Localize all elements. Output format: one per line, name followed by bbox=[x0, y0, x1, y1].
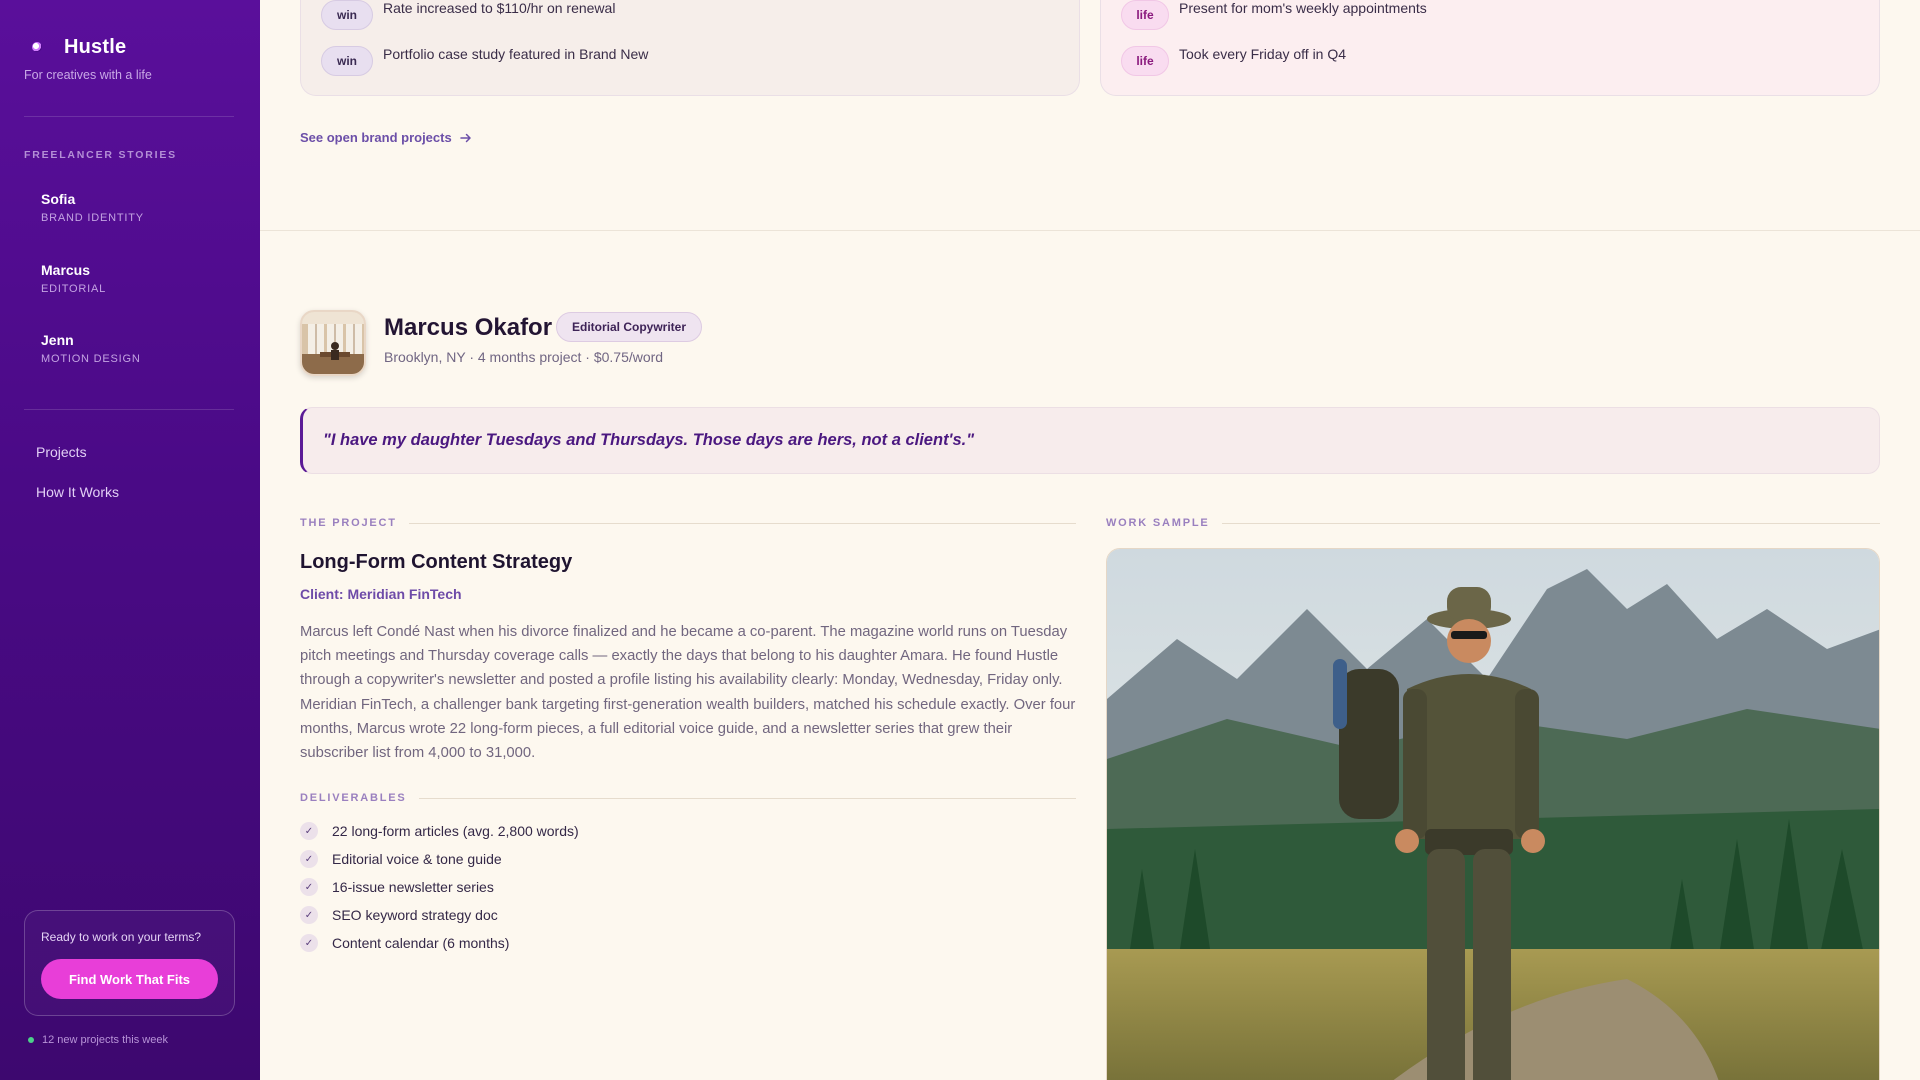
new-projects-status: 12 new projects this week bbox=[28, 1034, 168, 1046]
work-sample-image[interactable] bbox=[1106, 548, 1880, 1080]
sidebar-story-sofia[interactable]: Sofia BRAND IDENTITY bbox=[41, 191, 144, 224]
life-text: Took every Friday off in Q4 bbox=[1179, 46, 1347, 62]
life-pill: life bbox=[1121, 0, 1169, 30]
wins-card: win Rate increased to $110/hr on renewal… bbox=[300, 0, 1080, 96]
quote-text: "I have my daughter Tuesdays and Thursda… bbox=[323, 431, 975, 449]
find-work-button[interactable]: Find Work That Fits bbox=[41, 959, 218, 999]
cta-card: Ready to work on your terms? Find Work T… bbox=[24, 910, 235, 1016]
story-name: Jenn bbox=[41, 332, 74, 348]
project-label: THE PROJECT bbox=[300, 517, 397, 529]
sidebar-divider bbox=[24, 409, 234, 410]
project-description: Marcus left Condé Nast when his divorce … bbox=[300, 624, 1076, 762]
win-text: Portfolio case study featured in Brand N… bbox=[383, 46, 649, 62]
deliverable-text: SEO keyword strategy doc bbox=[332, 907, 498, 923]
brand-name: Hustle bbox=[64, 35, 127, 58]
sidebar-divider bbox=[24, 116, 234, 117]
story-name: Marcus bbox=[41, 262, 91, 278]
status-dot-icon bbox=[28, 1037, 34, 1043]
deliverables-label: DELIVERABLES bbox=[300, 792, 407, 804]
project-section-label: THE PROJECT bbox=[300, 517, 1076, 529]
brand-tagline: For creatives with a life bbox=[24, 68, 152, 82]
nav-link-projects[interactable]: Projects bbox=[36, 444, 87, 460]
win-pill: win bbox=[321, 0, 373, 30]
life-text: Present for mom's weekly appointments bbox=[1179, 0, 1427, 16]
deliverable-text: Editorial voice & tone guide bbox=[332, 851, 502, 867]
new-projects-text: 12 new projects this week bbox=[42, 1034, 168, 1046]
sidebar: Hustle For creatives with a life FREELAN… bbox=[0, 0, 260, 1080]
list-item: ✓ Editorial voice & tone guide bbox=[300, 845, 579, 873]
list-item: ✓ 22 long-form articles (avg. 2,800 words… bbox=[300, 817, 579, 845]
list-item: ✓ Content calendar (6 months) bbox=[300, 929, 579, 957]
list-item: ✓ SEO keyword strategy doc bbox=[300, 901, 579, 929]
person-name: Marcus Okafor bbox=[384, 314, 553, 341]
check-icon: ✓ bbox=[300, 934, 318, 952]
brand[interactable]: Hustle bbox=[24, 34, 126, 60]
main-content: win Rate increased to $110/hr on renewal… bbox=[260, 0, 1920, 1080]
life-card: life Present for mom's weekly appointmen… bbox=[1100, 0, 1880, 96]
profile-meta: Brooklyn, NY · 4 months project · $0.75/… bbox=[384, 349, 664, 365]
section-divider bbox=[260, 230, 1920, 231]
sample-section-label: WORK SAMPLE bbox=[1106, 517, 1880, 529]
stories-section-label: FREELANCER STORIES bbox=[24, 149, 177, 161]
life-pill: life bbox=[1121, 46, 1169, 76]
check-icon: ✓ bbox=[300, 906, 318, 924]
win-pill: win bbox=[321, 46, 373, 76]
check-icon: ✓ bbox=[300, 822, 318, 840]
sample-label: WORK SAMPLE bbox=[1106, 517, 1210, 529]
see-open-projects-link[interactable]: See open brand projects bbox=[300, 130, 472, 145]
story-role: MOTION DESIGN bbox=[41, 353, 141, 365]
label-divider bbox=[418, 797, 1076, 799]
cta-text: Ready to work on your terms? bbox=[41, 930, 202, 944]
deliverables-section-label: DELIVERABLES bbox=[300, 792, 1076, 804]
sidebar-story-marcus[interactable]: Marcus EDITORIAL bbox=[41, 262, 106, 295]
nav-link-how-it-works[interactable]: How It Works bbox=[36, 484, 119, 500]
story-role: EDITORIAL bbox=[41, 283, 107, 295]
list-item: ✓ 16-issue newsletter series bbox=[300, 873, 579, 901]
story-role: BRAND IDENTITY bbox=[41, 212, 144, 224]
label-divider bbox=[1221, 522, 1880, 524]
win-text: Rate increased to $110/hr on renewal bbox=[383, 0, 616, 16]
brand-logo-icon bbox=[24, 34, 50, 60]
deliverable-text: 22 long-form articles (avg. 2,800 words) bbox=[332, 823, 579, 839]
arrow-right-icon bbox=[459, 133, 471, 142]
project-client: Client: Meridian FinTech bbox=[300, 586, 462, 602]
story-name: Sofia bbox=[41, 191, 76, 207]
label-divider bbox=[408, 522, 1076, 524]
role-badge: Editorial Copywriter bbox=[556, 312, 703, 342]
see-link-label: See open brand projects bbox=[300, 130, 452, 145]
list-item: life Took every Friday off in Q4 bbox=[1121, 46, 1346, 76]
check-icon: ✓ bbox=[300, 878, 318, 896]
deliverables-list: ✓ 22 long-form articles (avg. 2,800 words… bbox=[300, 817, 579, 957]
sidebar-story-jenn[interactable]: Jenn MOTION DESIGN bbox=[41, 332, 141, 365]
testimonial-quote: "I have my daughter Tuesdays and Thursda… bbox=[300, 407, 1880, 474]
deliverable-text: Content calendar (6 months) bbox=[332, 935, 510, 951]
list-item: win Portfolio case study featured in Bra… bbox=[321, 46, 648, 76]
avatar bbox=[300, 310, 366, 376]
check-icon: ✓ bbox=[300, 850, 318, 868]
list-item: win Rate increased to $110/hr on renewal bbox=[321, 0, 615, 30]
deliverable-text: 16-issue newsletter series bbox=[332, 879, 494, 895]
project-title: Long-Form Content Strategy bbox=[300, 551, 573, 573]
list-item: life Present for mom's weekly appointmen… bbox=[1121, 0, 1427, 30]
